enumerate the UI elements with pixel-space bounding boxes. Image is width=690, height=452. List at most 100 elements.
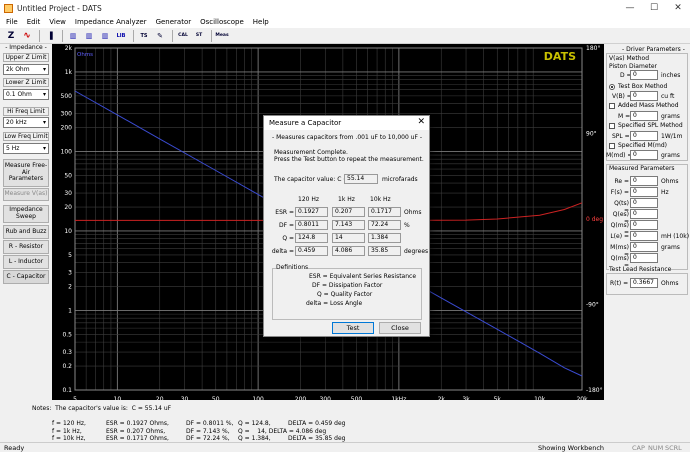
- d-unit: inches: [661, 72, 681, 79]
- dialog-close-icon[interactable]: ✕: [417, 117, 425, 127]
- y-tick-label: 0.3: [62, 349, 72, 356]
- added-mass-checkbox[interactable]: [609, 103, 615, 109]
- menu-oscilloscope[interactable]: Oscilloscope: [200, 18, 244, 26]
- window-title: Untitled Project - DATS: [17, 3, 102, 13]
- generator-icon[interactable]: ∿: [20, 29, 34, 42]
- mmd-input[interactable]: 0: [630, 150, 658, 160]
- bars-icon[interactable]: ▥: [66, 29, 80, 42]
- y-tick-label: 2k: [65, 45, 73, 52]
- close-button[interactable]: ✕: [666, 0, 690, 16]
- param-input[interactable]: 0: [630, 242, 658, 252]
- row-unit: %: [404, 222, 410, 229]
- status-num: NUM: [648, 444, 664, 452]
- dialog-title: Measure a Capacitor: [264, 116, 429, 130]
- definition-q: Q = Quality Factor: [317, 291, 373, 298]
- rub-and-buzz-button[interactable]: Rub and Buzz: [3, 225, 49, 239]
- menu-help[interactable]: Help: [253, 18, 269, 26]
- header-10khz: 10k Hz: [370, 196, 391, 203]
- library-icon[interactable]: LIB: [114, 29, 128, 42]
- test-box-radio[interactable]: [609, 84, 615, 90]
- bars-icon[interactable]: ▥: [98, 29, 112, 42]
- lower-z-limit-select[interactable]: 0.1 Ohm: [3, 89, 49, 100]
- phase-tick-label: -90°: [586, 302, 599, 309]
- vb-unit: cu ft: [661, 93, 675, 100]
- toolbar-divider: [39, 29, 40, 42]
- toolbar-divider: [172, 29, 173, 42]
- toolbar-divider: [211, 29, 212, 42]
- note-delta-120: DELTA = 0.459 deg: [288, 420, 346, 427]
- param-input[interactable]: 0: [630, 253, 658, 263]
- note-delta-10k: DELTA = 35.85 deg: [288, 435, 346, 442]
- m-unit: grams: [661, 113, 680, 120]
- value-120hz: 124.8: [295, 233, 328, 243]
- app-icon: [4, 3, 13, 13]
- specified-mmd-checkbox[interactable]: [609, 143, 615, 149]
- m-input[interactable]: 0: [630, 111, 658, 121]
- param-input[interactable]: 0: [630, 231, 658, 241]
- menu-file[interactable]: File: [6, 18, 18, 26]
- maximize-button[interactable]: ☐: [642, 0, 666, 16]
- param-label: F(s) =: [610, 189, 629, 196]
- definitions-title: Definitions: [276, 264, 309, 271]
- note-esr-10k: ESR = 0.1717 Ohms,: [106, 435, 169, 442]
- specified-spl-checkbox[interactable]: [609, 123, 615, 129]
- minimize-button[interactable]: —: [618, 0, 642, 16]
- notes-line: Notes: The capacitor's value is: C = 55.…: [32, 405, 172, 412]
- param-input[interactable]: 0: [630, 209, 658, 219]
- measure-vas-button[interactable]: Measure V(as): [3, 188, 49, 201]
- d-input[interactable]: 0: [630, 70, 658, 80]
- scope-icon[interactable]: ▐: [43, 29, 57, 42]
- ts-icon[interactable]: TS: [137, 29, 151, 42]
- test-button[interactable]: Test: [332, 322, 374, 334]
- value-1khz: 14: [332, 233, 365, 243]
- note-df-10k: DF = 72.24 %,: [186, 435, 230, 442]
- rt-label: R(t) =: [610, 280, 629, 287]
- vas-method-label: V(as) Method: [609, 55, 649, 62]
- value-10khz: 72.24: [368, 220, 401, 230]
- phase-tick-label: 0 deg: [586, 216, 603, 223]
- dialog-close-button[interactable]: Close: [379, 322, 421, 334]
- definition-df: DF = Dissipation Factor: [312, 282, 383, 289]
- menu-impedance-analyzer[interactable]: Impedance Analyzer: [75, 18, 147, 26]
- bars-icon[interactable]: ▥: [82, 29, 96, 42]
- param-input[interactable]: 0: [630, 220, 658, 230]
- y-tick-label: 0.1: [62, 387, 72, 394]
- param-input[interactable]: 0: [630, 176, 658, 186]
- status-cap: CAP: [632, 444, 645, 452]
- measure-capacitor-dialog: Measure a Capacitor ✕ - Measures capacit…: [263, 115, 430, 337]
- impedance-icon[interactable]: Z: [4, 29, 18, 42]
- resistor-button[interactable]: R - Resistor: [3, 240, 49, 254]
- spl-input[interactable]: 0: [630, 131, 658, 141]
- menu-view[interactable]: View: [49, 18, 66, 26]
- y-tick-label: 1k: [65, 69, 73, 76]
- vb-input[interactable]: 0: [630, 91, 658, 101]
- rt-input[interactable]: 0.3667: [630, 278, 658, 288]
- vb-label: V(B) =: [612, 93, 632, 100]
- menu-edit[interactable]: Edit: [27, 18, 41, 26]
- y-tick-label: 200: [61, 125, 73, 132]
- capacitor-button[interactable]: C - Capacitor: [3, 270, 49, 284]
- value-10khz: 1.384: [368, 233, 401, 243]
- y-tick-label: 10: [64, 228, 72, 235]
- measure-free-air-button[interactable]: Measure Free-Air Parameters: [3, 159, 49, 187]
- low-freq-limit-select[interactable]: 5 Hz: [3, 143, 49, 154]
- inductor-button[interactable]: L - Inductor: [3, 255, 49, 269]
- piston-diameter-label: Piston Diameter: [609, 63, 658, 70]
- menu-generator[interactable]: Generator: [156, 18, 192, 26]
- impedance-sweep-button[interactable]: Impedance Sweep: [3, 205, 49, 223]
- unit-label: Ohms: [77, 52, 93, 58]
- status-bar: Ready Showing Workbench CAP NUM SCRL: [0, 442, 690, 452]
- y-tick-label: 20: [64, 204, 72, 211]
- upper-z-limit-select[interactable]: 2k Ohm: [3, 64, 49, 75]
- measurement-complete-text: Measurement Complete.: [274, 149, 348, 156]
- param-input[interactable]: 0: [630, 187, 658, 197]
- y-tick-label: 2: [68, 284, 72, 291]
- capacitor-value-label: The capacitor value: C =: [274, 176, 349, 183]
- edit-icon[interactable]: ✎: [153, 29, 167, 42]
- settings-icon[interactable]: ST: [192, 29, 206, 42]
- calibrate-icon[interactable]: CAL: [176, 29, 190, 42]
- param-input[interactable]: 0: [630, 198, 658, 208]
- hi-freq-limit-select[interactable]: 20 kHz: [3, 117, 49, 128]
- measure-icon[interactable]: Meas: [215, 29, 229, 42]
- upper-z-limit-label: Upper Z Limit: [3, 53, 49, 62]
